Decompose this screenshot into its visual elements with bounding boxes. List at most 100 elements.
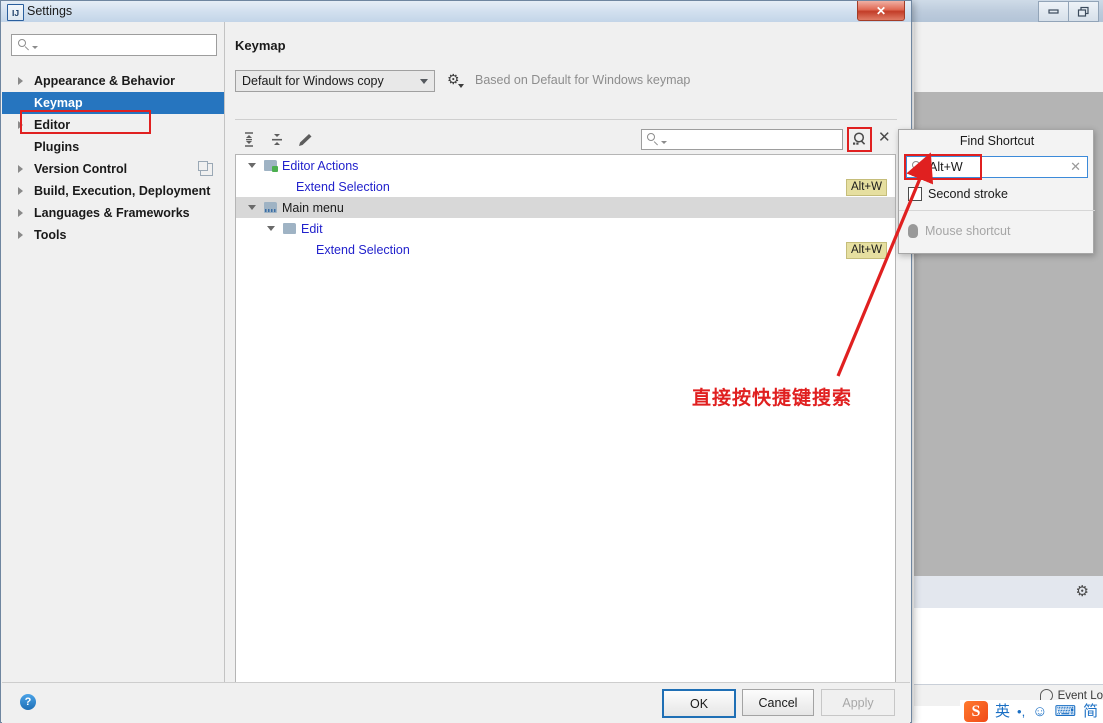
background-row [914,56,1103,86]
tree-row-label: Extend Selection [296,179,390,194]
gear-icon[interactable]: ⚙ [1076,584,1089,599]
sidebar-item-languages-frameworks[interactable]: Languages & Frameworks [2,202,225,224]
keymap-toolbar: ✕ [235,126,897,154]
settings-dialog: IJ Settings ✕ Appearance & Behavior Keym… [0,0,912,723]
find-shortcut-icon[interactable] [847,127,872,152]
keymap-dropdown[interactable]: Default for Windows copy [235,70,435,92]
find-shortcut-popup: Find Shortcut Alt+W ✕ Second stroke Mous… [898,129,1095,254]
section-divider [235,119,897,120]
sidebar-item-label: Tools [34,228,67,242]
popup-divider [899,210,1095,211]
dialog-footer: ? OK Cancel Apply [2,682,910,723]
sidebar-item-keymap[interactable]: Keymap [2,92,225,114]
background-row [914,22,1103,57]
ime-lang-toggle[interactable]: 英 [995,704,1010,719]
ime-toolbar[interactable]: S 英 •, ☺ ⌨ 简 [960,700,1103,723]
tree-row[interactable]: Extend Selection Alt+W [236,239,895,260]
close-icon[interactable]: ✕ [857,1,905,21]
close-icon[interactable]: ✕ [878,130,891,145]
search-icon [18,38,31,52]
chevron-down-icon [661,140,667,144]
shortcut-input-highlight-box [904,154,982,180]
sidebar-item-label: Plugins [34,140,80,154]
tree-row[interactable]: Edit [236,218,895,239]
sidebar-search-input[interactable] [11,34,217,56]
apply-button: Apply [821,689,895,716]
chevron-right-icon [18,231,23,239]
settings-sidebar: Appearance & Behavior Keymap Editor Plug… [2,22,225,682]
sidebar-item-tools[interactable]: Tools [2,224,225,246]
pencil-edit-icon[interactable] [295,130,315,150]
chevron-down-icon[interactable] [248,205,256,210]
chevron-right-icon [18,77,23,85]
tree-row-label: Main menu [282,200,344,215]
search-icon [647,133,660,146]
second-stroke-label: Second stroke [928,187,1008,201]
based-on-label: Based on Default for Windows keymap [475,73,691,87]
expand-all-icon[interactable] [239,130,259,150]
page-title: Keymap [235,38,286,53]
chevron-down-icon [420,78,428,84]
tree-row[interactable]: Extend Selection Alt+W [236,176,895,197]
chevron-right-icon [18,209,23,217]
restore-icon[interactable] [1068,1,1099,22]
checkbox-icon[interactable] [908,187,922,201]
minimize-icon[interactable] [1038,1,1069,22]
folder-menu-icon [264,202,277,213]
sidebar-item-appearance-behavior[interactable]: Appearance & Behavior [2,70,225,92]
second-stroke-checkbox[interactable]: Second stroke [908,187,1008,201]
mouse-shortcut-label: Mouse shortcut [925,224,1011,238]
ime-punctuation-toggle[interactable]: •, [1017,705,1025,718]
folder-green-icon [264,160,278,172]
chevron-down-icon [32,46,38,49]
collapse-all-icon[interactable] [267,130,287,150]
sidebar-item-label: Keymap [34,96,83,110]
shortcut-badge: Alt+W [846,179,887,196]
mouse-icon [908,224,918,238]
sidebar-tree: Appearance & Behavior Keymap Editor Plug… [2,70,225,246]
tree-row-label: Edit [301,221,323,236]
chevron-right-icon [18,165,23,173]
sidebar-item-label: Appearance & Behavior [34,74,176,88]
popup-title: Find Shortcut [959,134,1035,148]
mouse-shortcut-section[interactable]: Mouse shortcut [908,224,1010,238]
background-window-controls[interactable] [1038,1,1099,22]
shortcut-badge: Alt+W [846,242,887,259]
close-icon[interactable]: ✕ [1070,159,1081,175]
intellij-app-icon: IJ [7,4,24,21]
chevron-right-icon [18,121,23,129]
dialog-titlebar: IJ Settings ✕ [1,1,911,22]
help-icon[interactable]: ? [20,694,36,710]
chevron-down-icon [458,84,464,88]
sidebar-item-plugins[interactable]: Plugins [2,136,225,158]
annotation-text: 直接按快捷键搜索 [692,387,853,409]
sidebar-item-version-control[interactable]: Version Control [2,158,225,180]
chevron-down-icon[interactable] [248,163,256,168]
sogou-logo-icon[interactable]: S [964,701,988,722]
tree-row[interactable]: Main menu [236,197,895,218]
tree-row-label: Extend Selection [316,242,410,257]
cancel-button[interactable]: Cancel [742,689,814,716]
sidebar-item-editor[interactable]: Editor [2,114,225,136]
dialog-title: Settings [27,4,73,18]
sidebar-item-label: Languages & Frameworks [34,206,190,220]
folder-icon [283,223,296,234]
chevron-down-icon[interactable] [267,226,275,231]
sidebar-item-label: Version Control [34,162,128,176]
ime-emoji-icon[interactable]: ☺ [1032,704,1047,719]
ok-button[interactable]: OK [662,689,736,718]
sidebar-item-label: Build, Execution, Deployment [34,184,211,198]
sidebar-item-label: Editor [34,118,71,132]
background-console-area [914,608,1103,685]
chevron-right-icon [18,187,23,195]
keymap-settings-panel: Keymap Default for Windows copy ⚙ Based … [225,22,911,689]
tree-row[interactable]: Editor Actions [236,155,895,176]
ime-simplified-toggle[interactable]: 简 [1083,704,1098,719]
keymap-dropdown-value: Default for Windows copy [242,74,384,88]
copy-icon [198,161,213,176]
sidebar-item-build-execution-deployment[interactable]: Build, Execution, Deployment [2,180,225,202]
tree-row-label: Editor Actions [282,158,359,173]
keymap-actions-tree[interactable]: Editor Actions Extend Selection Alt+W Ma… [235,154,896,689]
ime-keyboard-icon[interactable]: ⌨ [1055,704,1077,719]
keymap-search-input[interactable] [641,129,843,150]
